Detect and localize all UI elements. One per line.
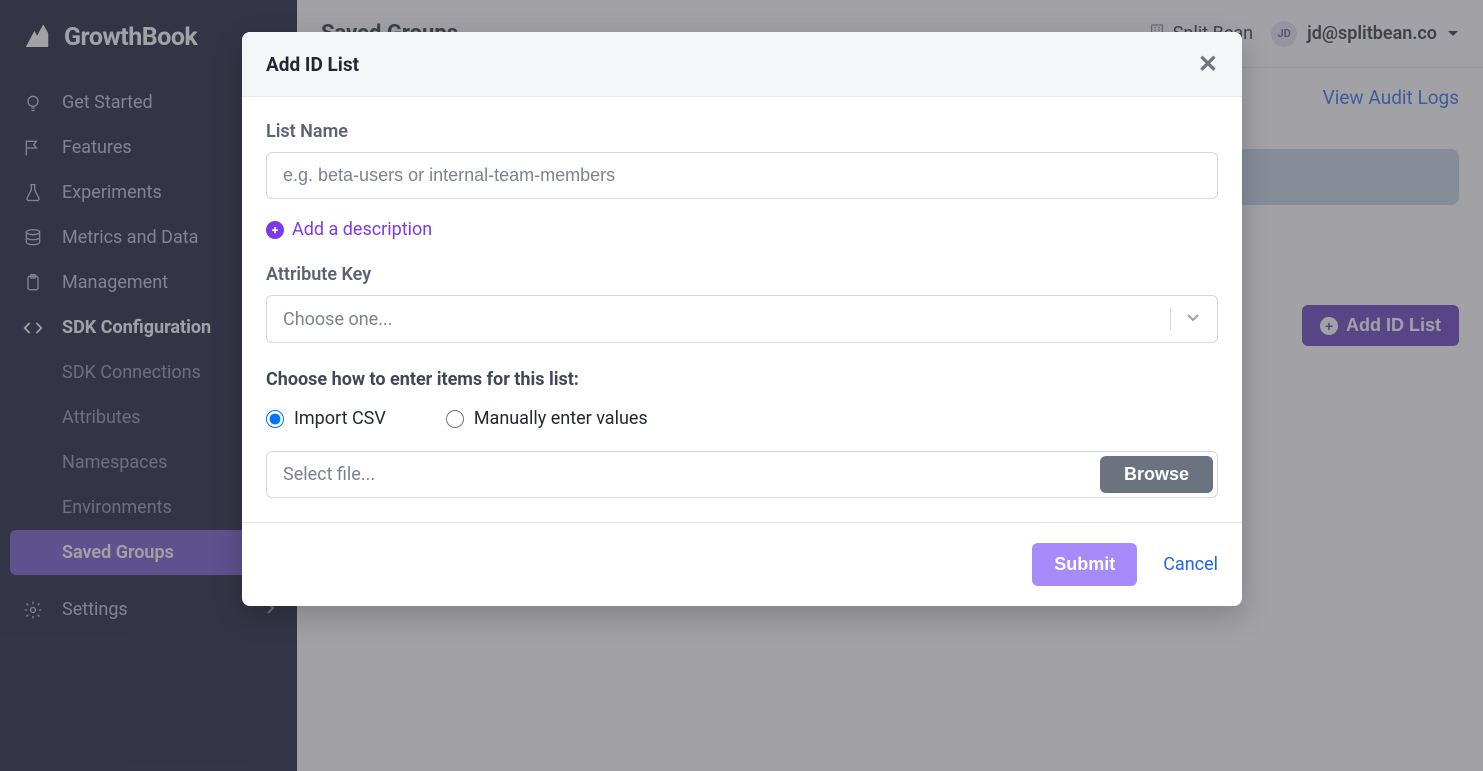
cancel-button[interactable]: Cancel <box>1163 554 1218 575</box>
radio-manual-label: Manually enter values <box>474 408 648 429</box>
plus-circle-icon: + <box>266 221 284 239</box>
radio-manual[interactable]: Manually enter values <box>446 408 648 429</box>
browse-button[interactable]: Browse <box>1100 456 1213 493</box>
radio-manual-input[interactable] <box>446 410 464 428</box>
modal-header: Add ID List ✕ <box>242 32 1242 97</box>
separator <box>1170 308 1171 330</box>
add-description-link[interactable]: + Add a description <box>266 219 1218 240</box>
modal-body: List Name + Add a description Attribute … <box>242 97 1242 522</box>
attribute-key-select[interactable]: Choose one... <box>266 295 1218 343</box>
select-placeholder: Choose one... <box>283 309 392 330</box>
radio-import-csv-label: Import CSV <box>294 408 386 429</box>
list-name-input[interactable] <box>266 152 1218 199</box>
radio-import-csv-input[interactable] <box>266 410 284 428</box>
radio-import-csv[interactable]: Import CSV <box>266 408 386 429</box>
entry-mode-radio-group: Import CSV Manually enter values <box>266 408 1218 429</box>
add-id-list-modal: Add ID List ✕ List Name + Add a descript… <box>242 32 1242 606</box>
file-input-row: Select file... Browse <box>266 451 1218 498</box>
file-placeholder[interactable]: Select file... <box>267 452 1096 497</box>
chevron-down-icon <box>1185 309 1201 330</box>
list-name-label: List Name <box>266 121 1218 142</box>
submit-button[interactable]: Submit <box>1032 543 1137 586</box>
modal-footer: Submit Cancel <box>242 522 1242 606</box>
close-icon[interactable]: ✕ <box>1198 52 1218 76</box>
modal-title: Add ID List <box>266 53 359 76</box>
add-description-label: Add a description <box>292 219 432 240</box>
attribute-key-label: Attribute Key <box>266 264 1218 285</box>
choose-mode-label: Choose how to enter items for this list: <box>266 369 1218 390</box>
